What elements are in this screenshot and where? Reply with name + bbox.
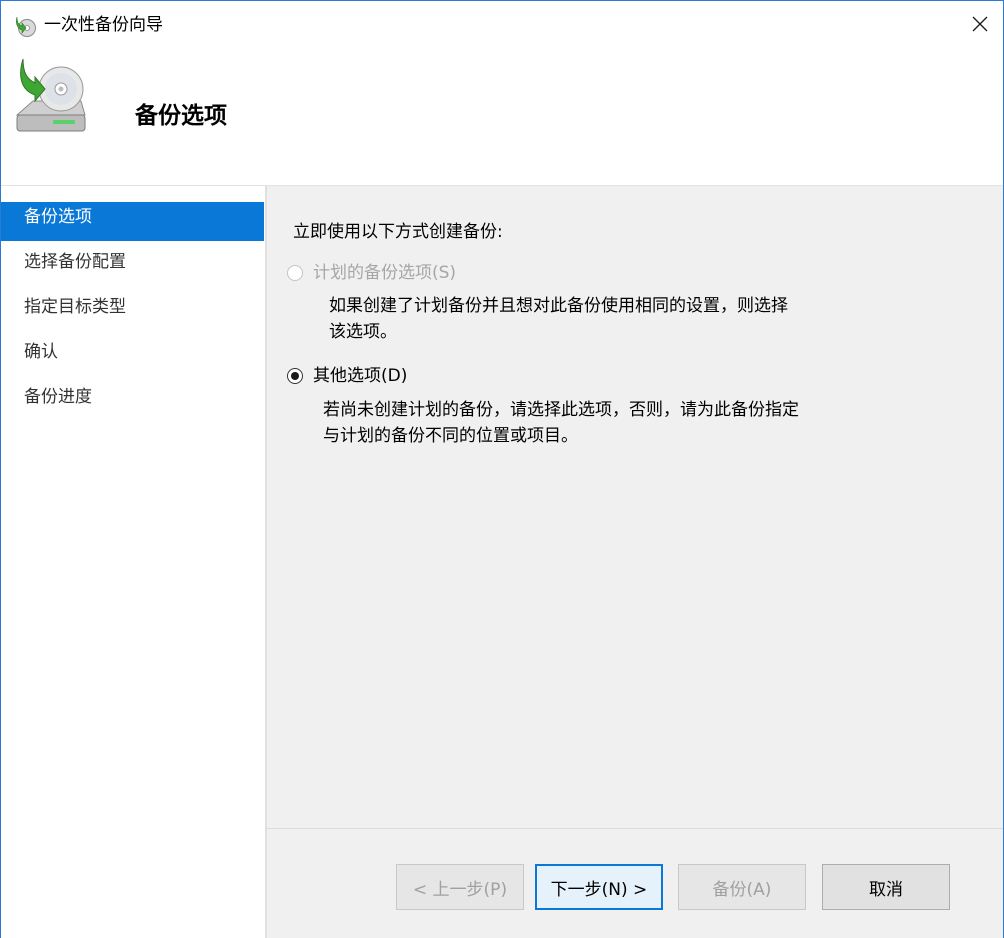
scheduled-backup-description: 如果创建了计划备份并且想对此备份使用相同的设置，则选择 该选项。: [329, 293, 849, 345]
radio-selected-dot: [291, 372, 299, 380]
other-options-description: 若尚未创建计划的备份，请选择此选项，否则，请为此备份指定 与计划的备份不同的位置…: [323, 397, 843, 449]
wizard-content: 立即使用以下方式创建备份: 计划的备份选项(S) 如果创建了计划备份并且想对此备…: [267, 186, 1003, 828]
description-line: 如果创建了计划备份并且想对此备份使用相同的设置，则选择: [329, 296, 788, 316]
scheduled-backup-radio[interactable]: [287, 265, 303, 281]
sidebar-item-progress[interactable]: 备份进度: [1, 382, 264, 421]
backup-disc-drive-icon: [11, 57, 91, 141]
scheduled-backup-option[interactable]: 计划的备份选项(S): [287, 261, 456, 285]
options-prompt: 立即使用以下方式创建备份:: [293, 222, 503, 242]
description-line: 与计划的备份不同的位置或项目。: [323, 426, 578, 446]
back-button[interactable]: < 上一步(P): [396, 864, 524, 910]
wizard-footer: < 上一步(P) 下一步(N) > 备份(A) 取消: [267, 828, 1003, 938]
close-icon: [972, 16, 988, 32]
page-title: 备份选项: [135, 103, 227, 129]
wizard-steps-sidebar: 备份选项 选择备份配置 指定目标类型 确认 备份进度: [1, 186, 265, 938]
backup-wizard-window: 一次性备份向导 备份选项 备份选项 选择备份配置 指定目标类型 确认 备份进度 …: [0, 0, 1004, 938]
other-options-option[interactable]: 其他选项(D): [287, 364, 407, 388]
sidebar-item-label: 确认: [24, 342, 58, 362]
window-title: 一次性备份向导: [44, 15, 163, 35]
close-button[interactable]: [957, 1, 1003, 47]
sidebar-item-label: 选择备份配置: [24, 252, 126, 272]
sidebar-item-backup-options[interactable]: 备份选项: [1, 202, 264, 241]
sidebar-item-label: 备份选项: [24, 207, 92, 227]
title-bar: 一次性备份向导: [1, 1, 1003, 49]
description-line: 若尚未创建计划的备份，请选择此选项，否则，请为此备份指定: [323, 400, 799, 420]
backup-wizard-icon: [13, 14, 37, 38]
sidebar-item-confirm[interactable]: 确认: [1, 337, 264, 376]
sidebar-item-label: 指定目标类型: [24, 297, 126, 317]
other-options-radio[interactable]: [287, 368, 303, 384]
sidebar-item-label: 备份进度: [24, 387, 92, 407]
next-button[interactable]: 下一步(N) >: [535, 864, 663, 910]
description-line: 该选项。: [329, 322, 397, 342]
wizard-header: 备份选项: [1, 49, 1003, 186]
sidebar-item-target-type[interactable]: 指定目标类型: [1, 292, 264, 331]
scheduled-backup-label: 计划的备份选项(S): [313, 263, 457, 283]
other-options-label: 其他选项(D): [313, 366, 408, 386]
sidebar-item-select-config[interactable]: 选择备份配置: [1, 247, 264, 286]
backup-button[interactable]: 备份(A): [678, 864, 806, 910]
cancel-button[interactable]: 取消: [822, 864, 950, 910]
